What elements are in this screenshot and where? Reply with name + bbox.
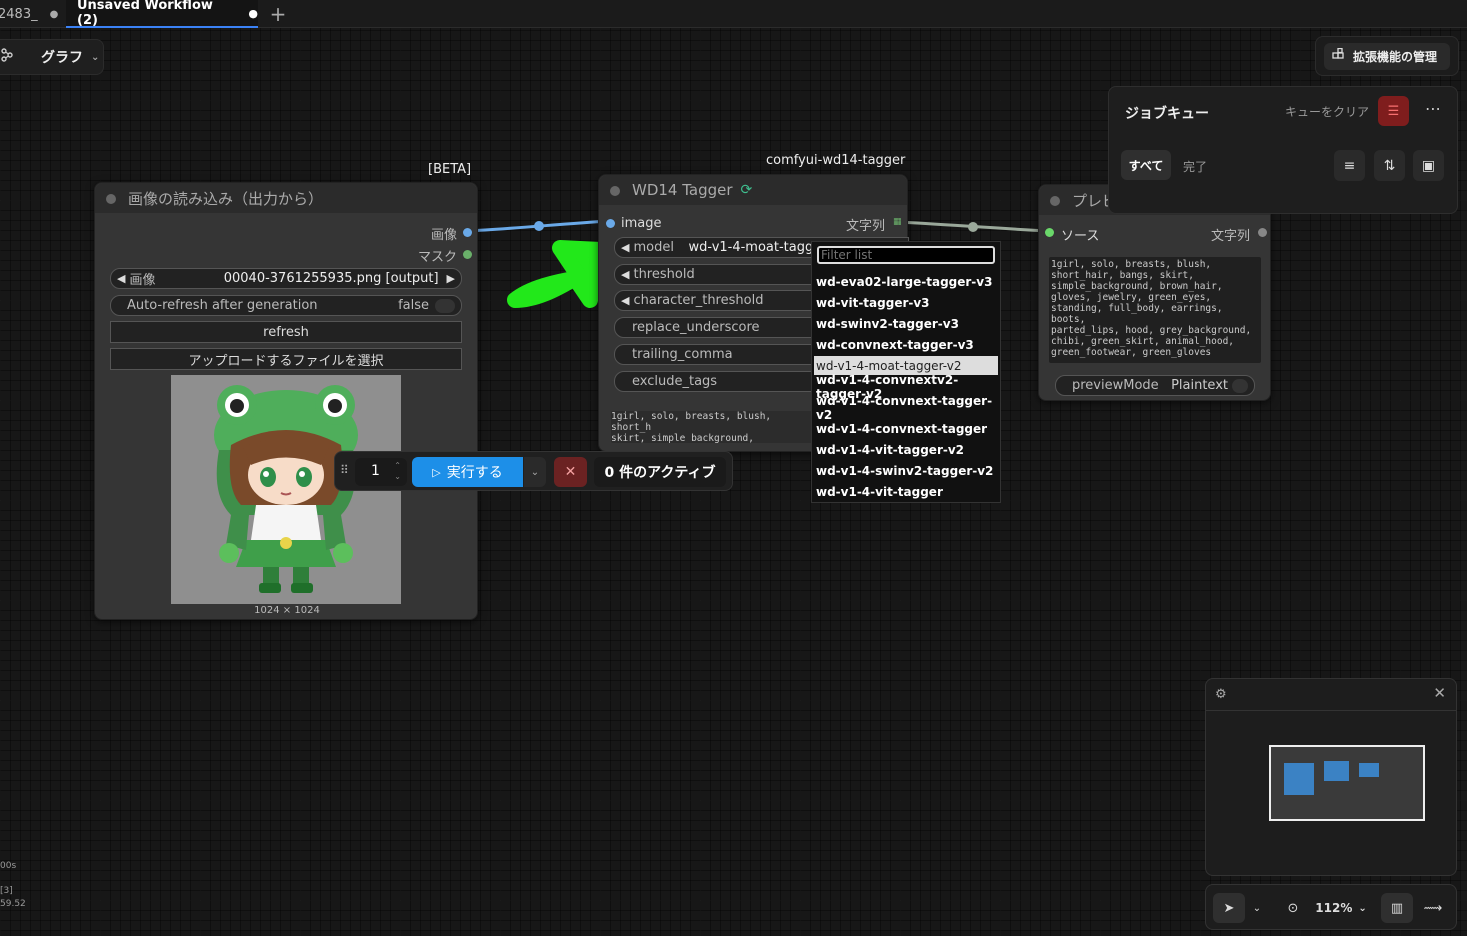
node-title-bar[interactable]: 画像の読み込み（出力から） bbox=[95, 183, 477, 213]
threshold-label: threshold bbox=[633, 267, 695, 282]
job-queue-panel: ジョブキュー キューをクリア ☰ ⋯ すべて 完了 ≡ ⇅ ▣ bbox=[1108, 86, 1458, 214]
clear-queue-label: キューをクリア bbox=[1285, 105, 1370, 119]
node-title: 画像の読み込み（出力から） bbox=[128, 189, 324, 208]
model-combo-label: model bbox=[633, 240, 674, 255]
node-title: WD14 Tagger bbox=[632, 181, 733, 199]
tab-completed-jobs[interactable]: 完了 bbox=[1183, 158, 1207, 175]
model-option[interactable]: wd-v1-4-vit-tagger-v2 bbox=[814, 440, 998, 459]
image-icon: ▣ bbox=[1421, 157, 1436, 174]
batch-count-value: 1 bbox=[371, 463, 380, 479]
filter-button[interactable]: ≡ bbox=[1334, 150, 1365, 181]
input-image-label: image bbox=[621, 216, 662, 231]
model-option[interactable]: wd-v1-4-vit-tagger bbox=[814, 482, 998, 501]
toggle-switch[interactable] bbox=[435, 298, 455, 313]
input-source-label: ソース bbox=[1061, 229, 1100, 244]
run-options-dropdown[interactable]: ⌄ bbox=[524, 457, 546, 487]
character-threshold-label: character_threshold bbox=[633, 293, 764, 308]
collapse-dot-icon[interactable] bbox=[1050, 196, 1060, 206]
clear-queue-button[interactable]: ☰ bbox=[1378, 96, 1409, 126]
job-queue-title: ジョブキュー bbox=[1125, 106, 1209, 122]
model-option[interactable]: wd-eva02-large-tagger-v3 bbox=[814, 272, 998, 291]
image-view-button[interactable]: ▣ bbox=[1413, 150, 1444, 181]
arrow-left-icon[interactable]: ◀ bbox=[621, 241, 629, 254]
filter-list-input[interactable] bbox=[817, 246, 995, 264]
arrow-left-icon[interactable]: ◀ bbox=[117, 272, 125, 285]
model-option[interactable]: wd-swinv2-tagger-v3 bbox=[814, 314, 998, 333]
filter-icon: ≡ bbox=[1343, 157, 1356, 174]
refresh-button[interactable]: refresh bbox=[110, 321, 462, 343]
close-icon: ✕ bbox=[564, 464, 577, 480]
output-mask-slot[interactable] bbox=[463, 250, 472, 259]
preview-text-node[interactable]: プレビ ソース 文字列 1girl, solo, breasts, blush,… bbox=[1038, 184, 1271, 401]
sort-icon: ⇅ bbox=[1383, 157, 1396, 174]
node-title-bar[interactable]: WD14 Tagger ⟳ bbox=[599, 175, 907, 205]
image-combo-label: 画像 bbox=[129, 273, 156, 288]
batch-count-input[interactable]: 1 ⌃ ⌄ bbox=[355, 458, 407, 486]
run-toolbar: ⠿ 1 ⌃ ⌄ ▷ 実行する ⌄ ✕ 0 件のアクティブ bbox=[334, 451, 733, 491]
queue-run-button[interactable]: ▷ 実行する bbox=[412, 457, 523, 487]
input-source-slot[interactable] bbox=[1045, 228, 1054, 237]
model-dropdown-list: wd-eva02-large-tagger-v3 wd-vit-tagger-v… bbox=[811, 241, 1001, 503]
input-image-slot[interactable] bbox=[606, 219, 615, 228]
sort-button[interactable]: ⇅ bbox=[1374, 150, 1405, 181]
output-string-label: 文字列 bbox=[1211, 229, 1251, 244]
image-size-label: 1024 × 1024 bbox=[254, 605, 320, 616]
clear-list-icon: ☰ bbox=[1387, 103, 1400, 119]
more-options-icon[interactable]: ⋯ bbox=[1425, 99, 1441, 118]
auto-refresh-value: false bbox=[398, 298, 429, 313]
preview-text-area[interactable]: 1girl, solo, breasts, blush, short_hair,… bbox=[1049, 257, 1261, 363]
replace-underscore-label: replace_underscore bbox=[632, 320, 760, 335]
preview-mode-label: previewMode bbox=[1072, 378, 1159, 393]
model-option[interactable]: wd-v1-4-convnext-tagger bbox=[814, 419, 998, 438]
auto-refresh-label: Auto-refresh after generation bbox=[127, 298, 318, 313]
load-image-node[interactable]: 画像の読み込み（出力から） 画像 マスク ◀ 画像 00040-37612559… bbox=[94, 182, 478, 620]
link-midpoint bbox=[534, 221, 544, 231]
trailing-comma-label: trailing_comma bbox=[632, 347, 733, 362]
model-option[interactable]: wd-vit-tagger-v3 bbox=[814, 293, 998, 312]
output-string-slot[interactable]: ▦ bbox=[893, 217, 902, 227]
preview-mode-toggle[interactable]: previewMode Plaintext bbox=[1055, 375, 1255, 396]
upload-file-button[interactable]: アップロードするファイルを選択 bbox=[110, 348, 462, 370]
image-combo[interactable]: ◀ 画像 00040-3761255935.png [output] ▶ bbox=[110, 268, 462, 289]
output-image-slot[interactable] bbox=[463, 228, 472, 237]
collapse-dot-icon[interactable] bbox=[610, 186, 620, 196]
green-annotation-arrow bbox=[507, 240, 608, 308]
link-midpoint bbox=[968, 222, 978, 232]
active-jobs-count[interactable]: 0 件のアクティブ bbox=[594, 457, 726, 487]
collapse-dot-icon[interactable] bbox=[106, 194, 116, 204]
model-option[interactable]: wd-v1-4-swinv2-tagger-v2 bbox=[814, 461, 998, 480]
output-string-slot[interactable] bbox=[1258, 228, 1267, 237]
drag-handle-icon[interactable]: ⠿ bbox=[340, 463, 349, 477]
model-option[interactable]: wd-v1-4-convnext-tagger-v2 bbox=[814, 394, 998, 422]
run-label: 実行する bbox=[446, 465, 503, 481]
cancel-run-button[interactable]: ✕ bbox=[554, 457, 587, 487]
image-combo-value: 00040-3761255935.png [output] bbox=[223, 271, 439, 286]
arrow-left-icon[interactable]: ◀ bbox=[621, 294, 629, 307]
chevron-down-icon: ⌄ bbox=[530, 466, 540, 478]
exclude-tags-label: exclude_tags bbox=[632, 374, 718, 389]
stepper-arrows-icon[interactable]: ⌃ ⌄ bbox=[394, 460, 401, 482]
auto-refresh-toggle[interactable]: Auto-refresh after generation false bbox=[110, 295, 462, 316]
output-mask-label: マスク bbox=[418, 250, 458, 265]
tab-all-jobs[interactable]: すべて bbox=[1121, 150, 1171, 180]
toggle-switch[interactable] bbox=[1232, 378, 1248, 393]
play-icon: ▷ bbox=[432, 465, 441, 479]
output-image-label: 画像 bbox=[431, 228, 458, 243]
model-option[interactable]: wd-convnext-tagger-v3 bbox=[814, 335, 998, 354]
arrow-right-icon[interactable]: ▶ bbox=[447, 272, 455, 285]
arrow-left-icon[interactable]: ◀ bbox=[621, 268, 629, 281]
tags-output-text[interactable]: 1girl, solo, breasts, blush, short_h ski… bbox=[611, 411, 816, 443]
extension-link-icon: ⟳ bbox=[740, 182, 753, 198]
output-string-label: 文字列 bbox=[846, 219, 886, 234]
preview-mode-value: Plaintext bbox=[1171, 378, 1228, 393]
